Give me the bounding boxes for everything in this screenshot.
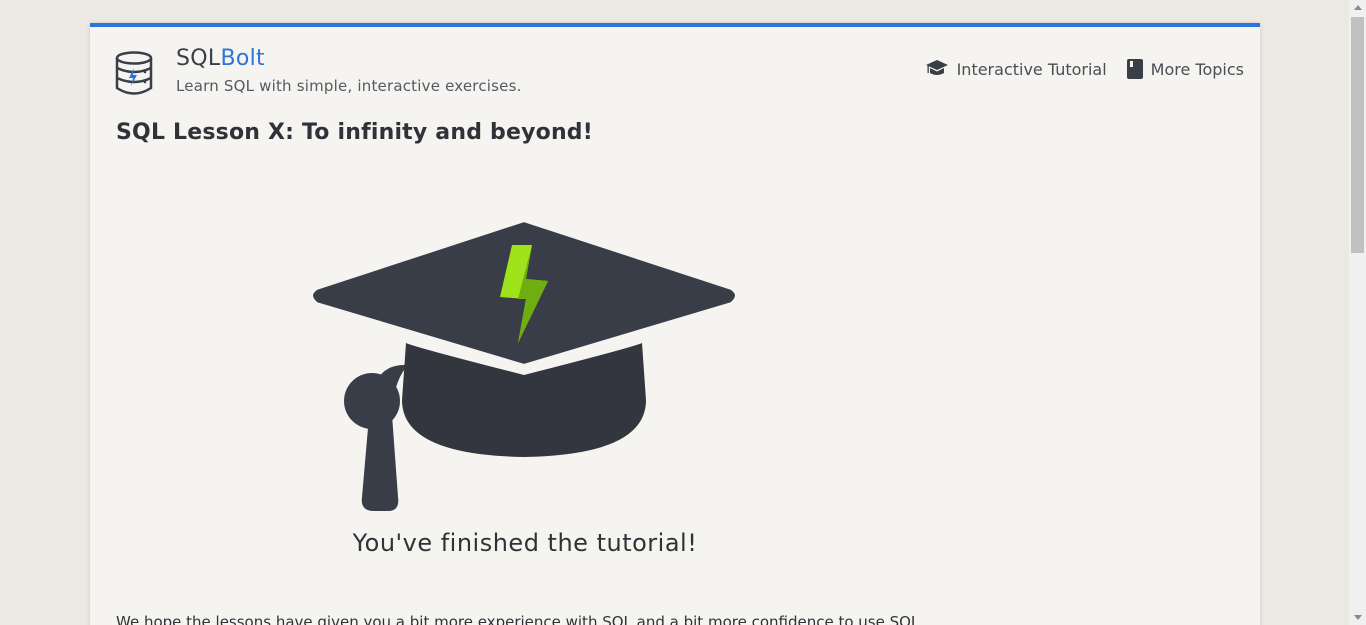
scroll-down-arrow-icon[interactable] — [1354, 615, 1362, 620]
content-card: SQLBolt Learn SQL with simple, interacti… — [90, 23, 1260, 625]
scroll-up-arrow-icon[interactable] — [1354, 5, 1362, 10]
scroll-thumb[interactable] — [1351, 17, 1364, 253]
top-nav: Interactive Tutorial More Topics — [925, 59, 1244, 79]
nav-interactive-tutorial-label: Interactive Tutorial — [956, 59, 1107, 79]
nav-more-topics[interactable]: More Topics — [1126, 59, 1244, 79]
lesson-title: SQL Lesson X: To infinity and beyond! — [116, 120, 593, 145]
tagline: Learn SQL with simple, interactive exerc… — [176, 77, 522, 95]
database-logo-icon[interactable] — [114, 51, 154, 95]
lesson-body-text: We hope the lessons have given you a bit… — [116, 613, 920, 625]
nav-interactive-tutorial[interactable]: Interactive Tutorial — [925, 59, 1107, 79]
brand-title[interactable]: SQLBolt — [176, 46, 265, 71]
page: SQLBolt Learn SQL with simple, interacti… — [0, 0, 1366, 625]
graduation-cap-icon — [925, 60, 948, 75]
book-icon — [1126, 59, 1143, 79]
nav-more-topics-label: More Topics — [1150, 59, 1244, 79]
graduation-cap-bolt-icon — [307, 216, 741, 511]
page-scrollbar[interactable] — [1349, 0, 1366, 625]
brand-suffix: Bolt — [220, 46, 265, 71]
brand-prefix: SQL — [176, 46, 221, 71]
finished-message: You've finished the tutorial! — [352, 529, 698, 557]
